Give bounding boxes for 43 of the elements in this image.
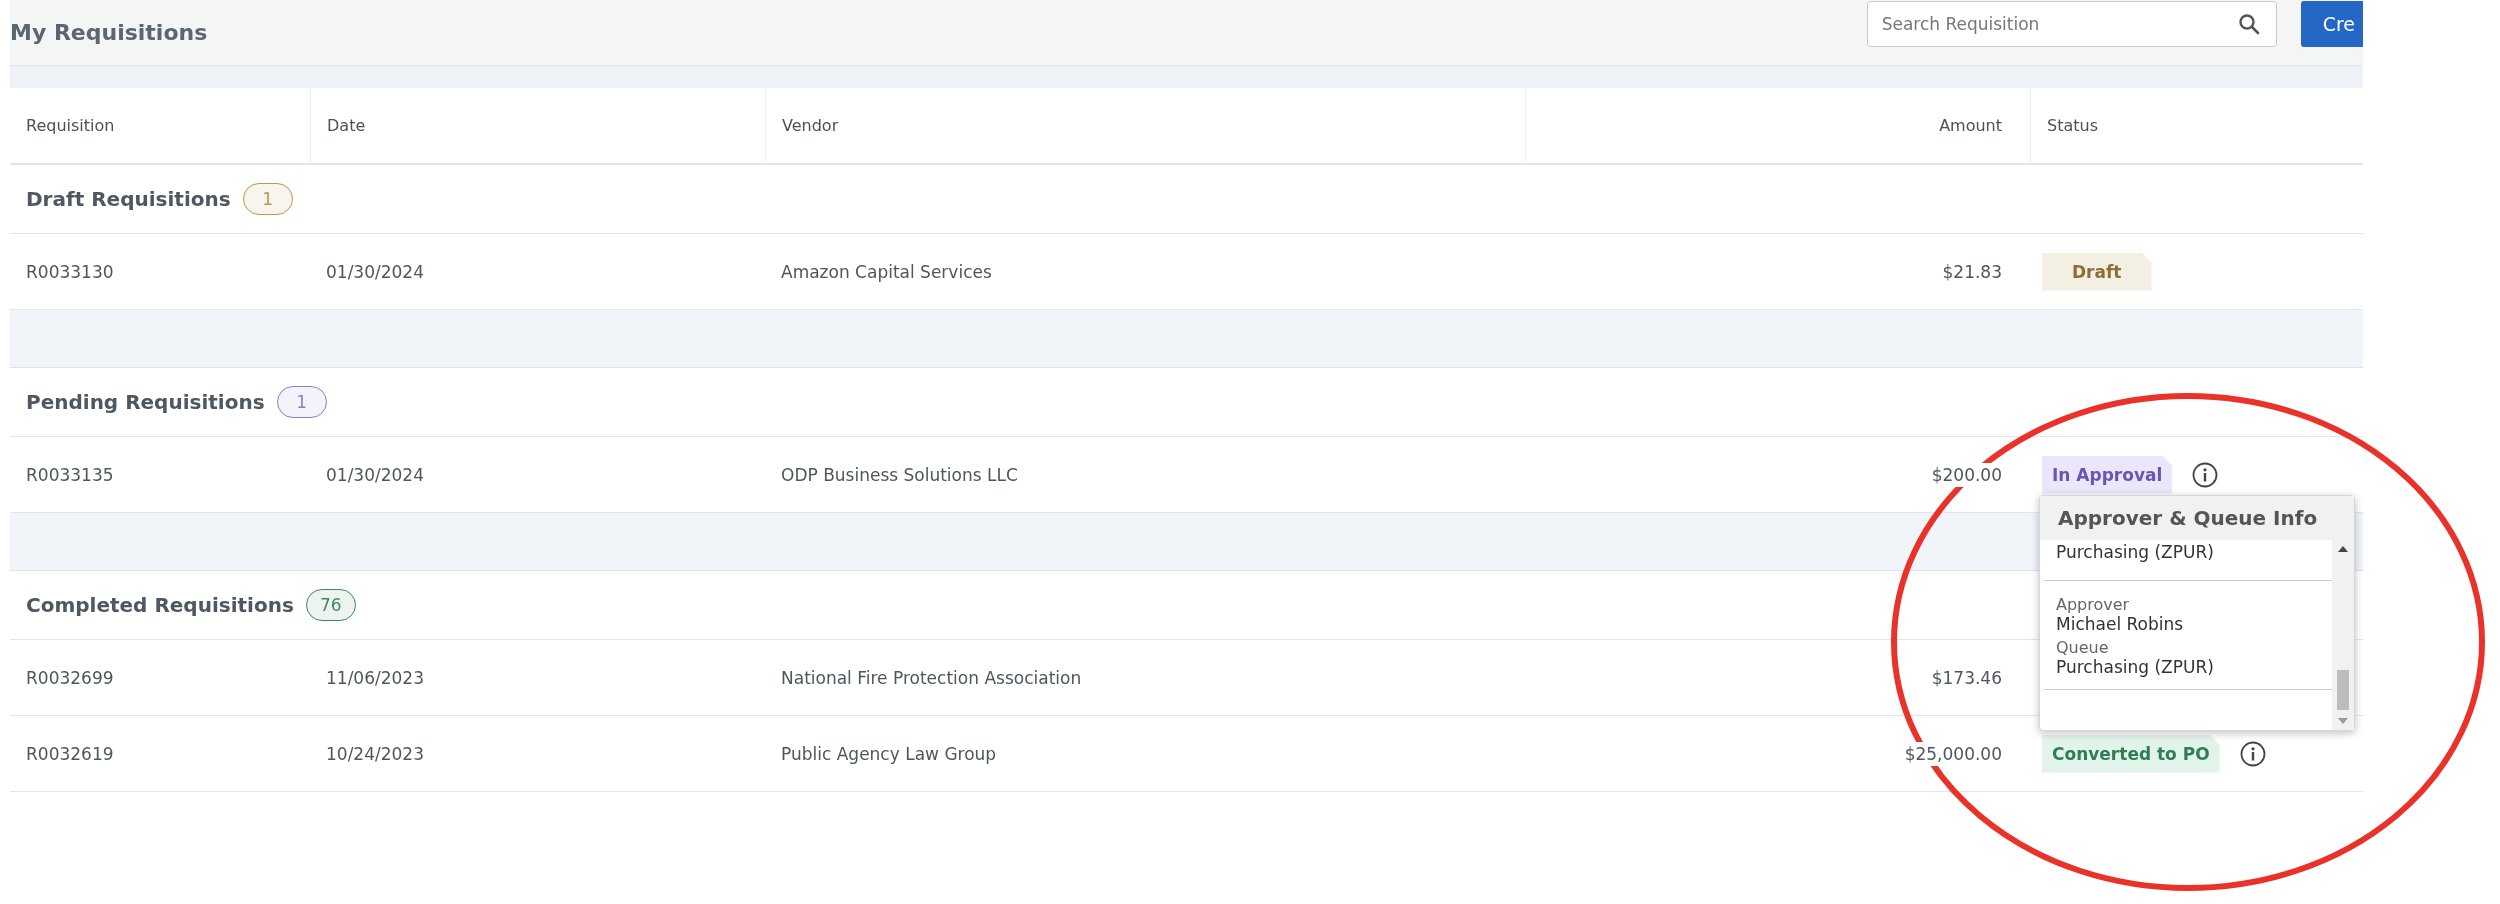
scrollbar[interactable] bbox=[2332, 540, 2354, 730]
column-header[interactable]: Status bbox=[2047, 116, 2098, 135]
vendor-name: Amazon Capital Services bbox=[781, 261, 992, 282]
info-icon[interactable] bbox=[2192, 461, 2219, 488]
info-icon[interactable] bbox=[2239, 740, 2266, 767]
create-button[interactable]: Cre bbox=[2300, 0, 2363, 47]
info-value: Purchasing (ZPUR) bbox=[2056, 542, 2215, 562]
scroll-up-icon[interactable] bbox=[2338, 546, 2348, 552]
group-title: Pending Requisitions bbox=[26, 390, 265, 414]
info-value: Purchasing (ZPUR) bbox=[2056, 657, 2215, 677]
requisition-number[interactable]: R0033135 bbox=[26, 464, 114, 485]
scrollbar-thumb[interactable] bbox=[2337, 670, 2349, 710]
vendor-name: ODP Business Solutions LLC bbox=[781, 464, 1018, 485]
date-text: 01/30/2024 bbox=[326, 261, 424, 282]
group-title: Completed Requisitions bbox=[26, 593, 294, 617]
popover-title: Approver & Queue Info bbox=[2040, 496, 2354, 540]
vendor-name: National Fire Protection Association bbox=[781, 667, 1082, 688]
date-text: 01/30/2024 bbox=[326, 464, 424, 485]
info-value: Michael Robins bbox=[2056, 614, 2185, 634]
amount-text: $200.00 bbox=[1931, 462, 2002, 487]
count-badge: 76 bbox=[305, 589, 356, 621]
search-icon bbox=[2236, 11, 2261, 36]
column-header[interactable]: Vendor bbox=[782, 116, 839, 135]
status-tag: In Approval bbox=[2042, 455, 2173, 494]
requisition-number[interactable]: R0033130 bbox=[26, 261, 114, 282]
requisition-number[interactable]: R0032699 bbox=[26, 667, 114, 688]
vendor-name: Public Agency Law Group bbox=[781, 743, 997, 764]
page-title: My Requisitions bbox=[10, 20, 208, 45]
date-text: 10/24/2023 bbox=[326, 743, 424, 764]
info-label: Approver bbox=[2056, 595, 2131, 614]
status-tag: Converted to PO bbox=[2042, 734, 2220, 773]
date-text: 11/06/2023 bbox=[326, 667, 424, 688]
count-badge: 1 bbox=[276, 386, 327, 418]
info-label: Queue bbox=[2056, 638, 2110, 657]
status-tag: Draft bbox=[2042, 252, 2152, 291]
amount-text: $25,000.00 bbox=[1904, 741, 2002, 766]
column-header[interactable]: Date bbox=[327, 116, 366, 135]
requisition-number[interactable]: R0032619 bbox=[26, 743, 114, 764]
search-field[interactable]: Search Requisition bbox=[1866, 0, 2277, 47]
group-title: Draft Requisitions bbox=[26, 187, 231, 211]
column-header[interactable]: Amount bbox=[1939, 116, 2002, 135]
count-badge: 1 bbox=[242, 183, 293, 215]
column-header[interactable]: Requisition bbox=[26, 116, 115, 135]
